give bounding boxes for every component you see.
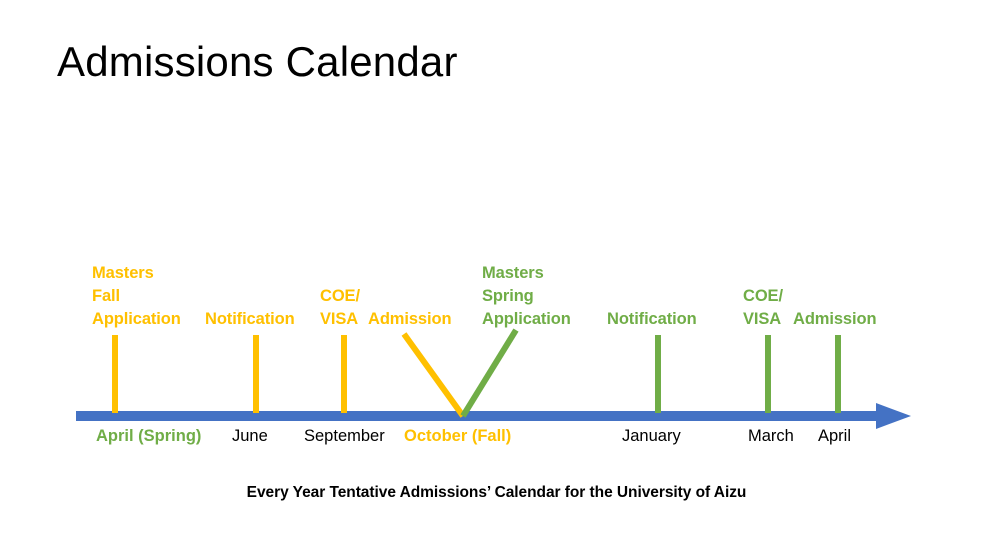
event-label-masters-spring-application: Masters Spring Application: [482, 264, 571, 328]
slide-caption: Every Year Tentative Admissions’ Calenda…: [246, 484, 747, 501]
month-label-june: June: [232, 427, 268, 445]
marker-masters-spring-application: [460, 328, 519, 418]
event-label-spring-admission: Admission: [793, 310, 877, 328]
marker-fall-admission: [401, 332, 466, 418]
event-label-spring-coe-visa: COE/ VISA: [743, 287, 783, 328]
marker-spring-coe-visa: [765, 335, 771, 413]
marker-masters-fall-application: [112, 335, 118, 413]
timeline-arrowhead-icon: [876, 403, 911, 429]
month-label-april-spring: April (Spring): [96, 427, 202, 445]
month-label-october-fall: October (Fall): [404, 427, 512, 445]
event-label-spring-notification: Notification: [607, 310, 697, 328]
month-label-september: September: [304, 427, 385, 445]
marker-fall-notification: [253, 335, 259, 413]
page-title: Admissions Calendar: [57, 38, 458, 85]
event-label-fall-notification: Notification: [205, 310, 295, 328]
slide-canvas: Admissions Calendar Masters Fall Applica…: [0, 0, 993, 548]
timeline-axis: [76, 403, 911, 429]
month-label-april: April: [818, 427, 852, 445]
marker-spring-admission: [835, 335, 841, 413]
marker-spring-notification: [655, 335, 661, 413]
event-label-masters-fall-application: Masters Fall Application: [92, 264, 181, 328]
event-label-fall-coe-visa: COE/ VISA: [320, 287, 360, 328]
event-label-fall-admission: Admission: [368, 310, 452, 328]
month-label-march: March: [748, 427, 794, 445]
timeline-shaft: [76, 411, 881, 421]
month-label-january: January: [622, 427, 681, 445]
marker-fall-coe-visa: [341, 335, 347, 413]
